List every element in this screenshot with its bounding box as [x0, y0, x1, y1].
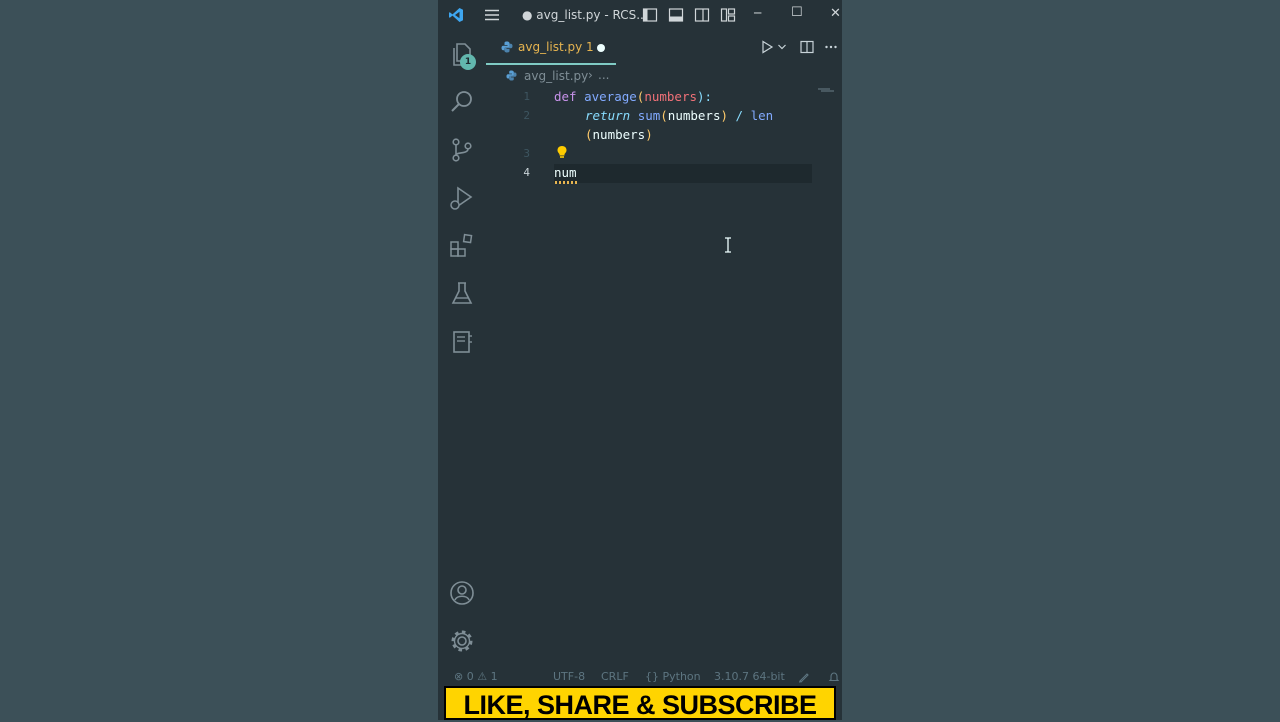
search-icon[interactable] — [448, 88, 476, 116]
status-bar: ⊗ 0 ⚠ 1 UTF-8 CRLF {} Python 3.10.7 64-b… — [438, 666, 842, 688]
builtin-len: len — [750, 108, 774, 123]
eol-indicator[interactable]: CRLF — [601, 670, 629, 683]
parameter: numbers — [644, 89, 698, 104]
paren-close: ) — [720, 108, 729, 123]
tab-avg-list[interactable]: avg_list.py 1 — [486, 30, 616, 65]
line-number: 2 — [523, 109, 530, 122]
code-line-2: return sum(numbers) / len — [585, 108, 773, 123]
extensions-icon[interactable] — [448, 232, 476, 260]
editor-tab-bar: avg_list.py 1 — [486, 30, 842, 65]
builtin-sum: sum — [637, 108, 661, 123]
customize-layout-icon[interactable] — [720, 7, 736, 23]
code-line-2-wrap: (numbers) — [585, 127, 653, 142]
settings-gear-icon[interactable] — [448, 627, 476, 655]
python-interpreter[interactable]: 3.10.7 64-bit — [714, 670, 785, 683]
close-button[interactable]: ✕ — [830, 6, 841, 21]
minimap[interactable] — [816, 87, 836, 95]
paren-open: ( — [585, 127, 593, 142]
toggle-primary-sidebar-icon[interactable] — [642, 7, 658, 23]
code-line-1: def average(numbers): — [554, 89, 712, 104]
window-title: ● avg_list.py - RCS... — [522, 8, 648, 22]
code-line-4: num — [554, 165, 577, 180]
tab-label: avg_list.py 1 — [518, 40, 594, 54]
paren-open: ( — [660, 108, 668, 123]
language-label: Python — [662, 670, 701, 683]
title-bar: ● avg_list.py - RCS... ─ ☐ ✕ — [438, 0, 842, 30]
line-number-active: 4 — [523, 166, 530, 179]
split-editor-icon[interactable] — [800, 40, 814, 54]
menu-icon[interactable] — [484, 7, 500, 23]
run-python-file-icon[interactable] — [760, 40, 774, 54]
breadcrumb-separator: › — [588, 68, 593, 82]
error-icon: ⊗ — [454, 670, 464, 683]
minimize-button[interactable]: ─ — [754, 6, 761, 20]
account-icon[interactable] — [448, 579, 476, 607]
notifications-bell-icon[interactable] — [828, 671, 840, 683]
feedback-icon[interactable] — [798, 671, 810, 683]
maximize-button[interactable]: ☐ — [791, 5, 803, 20]
breadcrumb-file[interactable]: avg_list.py — [524, 69, 588, 83]
arg-numbers: numbers — [667, 108, 721, 123]
activity-bar: 1 — [438, 30, 486, 666]
toggle-panel-icon[interactable] — [668, 7, 684, 23]
vscode-logo-icon — [449, 8, 463, 22]
unsaved-dot-icon[interactable] — [597, 44, 605, 52]
line-number: 3 — [523, 147, 530, 160]
current-line-highlight — [554, 164, 812, 183]
python-file-icon — [501, 41, 513, 53]
code-editor[interactable]: 1 2 3 4 def average(numbers): return sum… — [486, 87, 842, 666]
source-control-icon[interactable] — [448, 136, 476, 164]
vscode-window: ● avg_list.py - RCS... ─ ☐ ✕ 1 avg_list.… — [438, 0, 842, 720]
breadcrumb-python-icon — [506, 70, 517, 81]
braces-icon: {} — [645, 670, 659, 683]
subscribe-banner: LIKE, SHARE & SUBSCRIBE — [444, 686, 836, 720]
operator-divide: / — [728, 108, 751, 123]
toggle-secondary-sidebar-icon[interactable] — [694, 7, 710, 23]
text-cursor-icon — [725, 237, 731, 253]
warning-icon: ⚠ — [477, 670, 488, 683]
explorer-badge: 1 — [460, 54, 476, 70]
warning-count: 1 — [490, 670, 498, 683]
notebook-icon[interactable] — [448, 328, 476, 356]
error-count: 0 — [466, 670, 474, 683]
language-mode[interactable]: {} Python — [645, 670, 701, 683]
encoding-indicator[interactable]: UTF-8 — [553, 670, 585, 683]
function-name: average — [584, 89, 637, 104]
lightbulb-icon[interactable] — [556, 145, 568, 159]
testing-icon[interactable] — [448, 280, 476, 308]
run-debug-icon[interactable] — [448, 184, 476, 212]
more-actions-icon[interactable] — [824, 40, 838, 54]
problems-indicator[interactable]: ⊗ 0 ⚠ 1 — [454, 670, 498, 683]
keyword-return: return — [585, 108, 631, 123]
paren-close-colon: ): — [697, 89, 713, 104]
arg-numbers: numbers — [592, 127, 646, 142]
warning-squiggle — [555, 181, 578, 184]
breadcrumb-more[interactable]: ... — [598, 68, 609, 82]
run-options-chevron-down-icon[interactable] — [777, 40, 787, 54]
keyword-def: def — [554, 89, 577, 104]
typed-text: num — [554, 165, 577, 180]
paren-close: ) — [645, 127, 653, 142]
breadcrumb: avg_list.py › ... — [486, 65, 842, 87]
line-number: 1 — [523, 90, 530, 103]
